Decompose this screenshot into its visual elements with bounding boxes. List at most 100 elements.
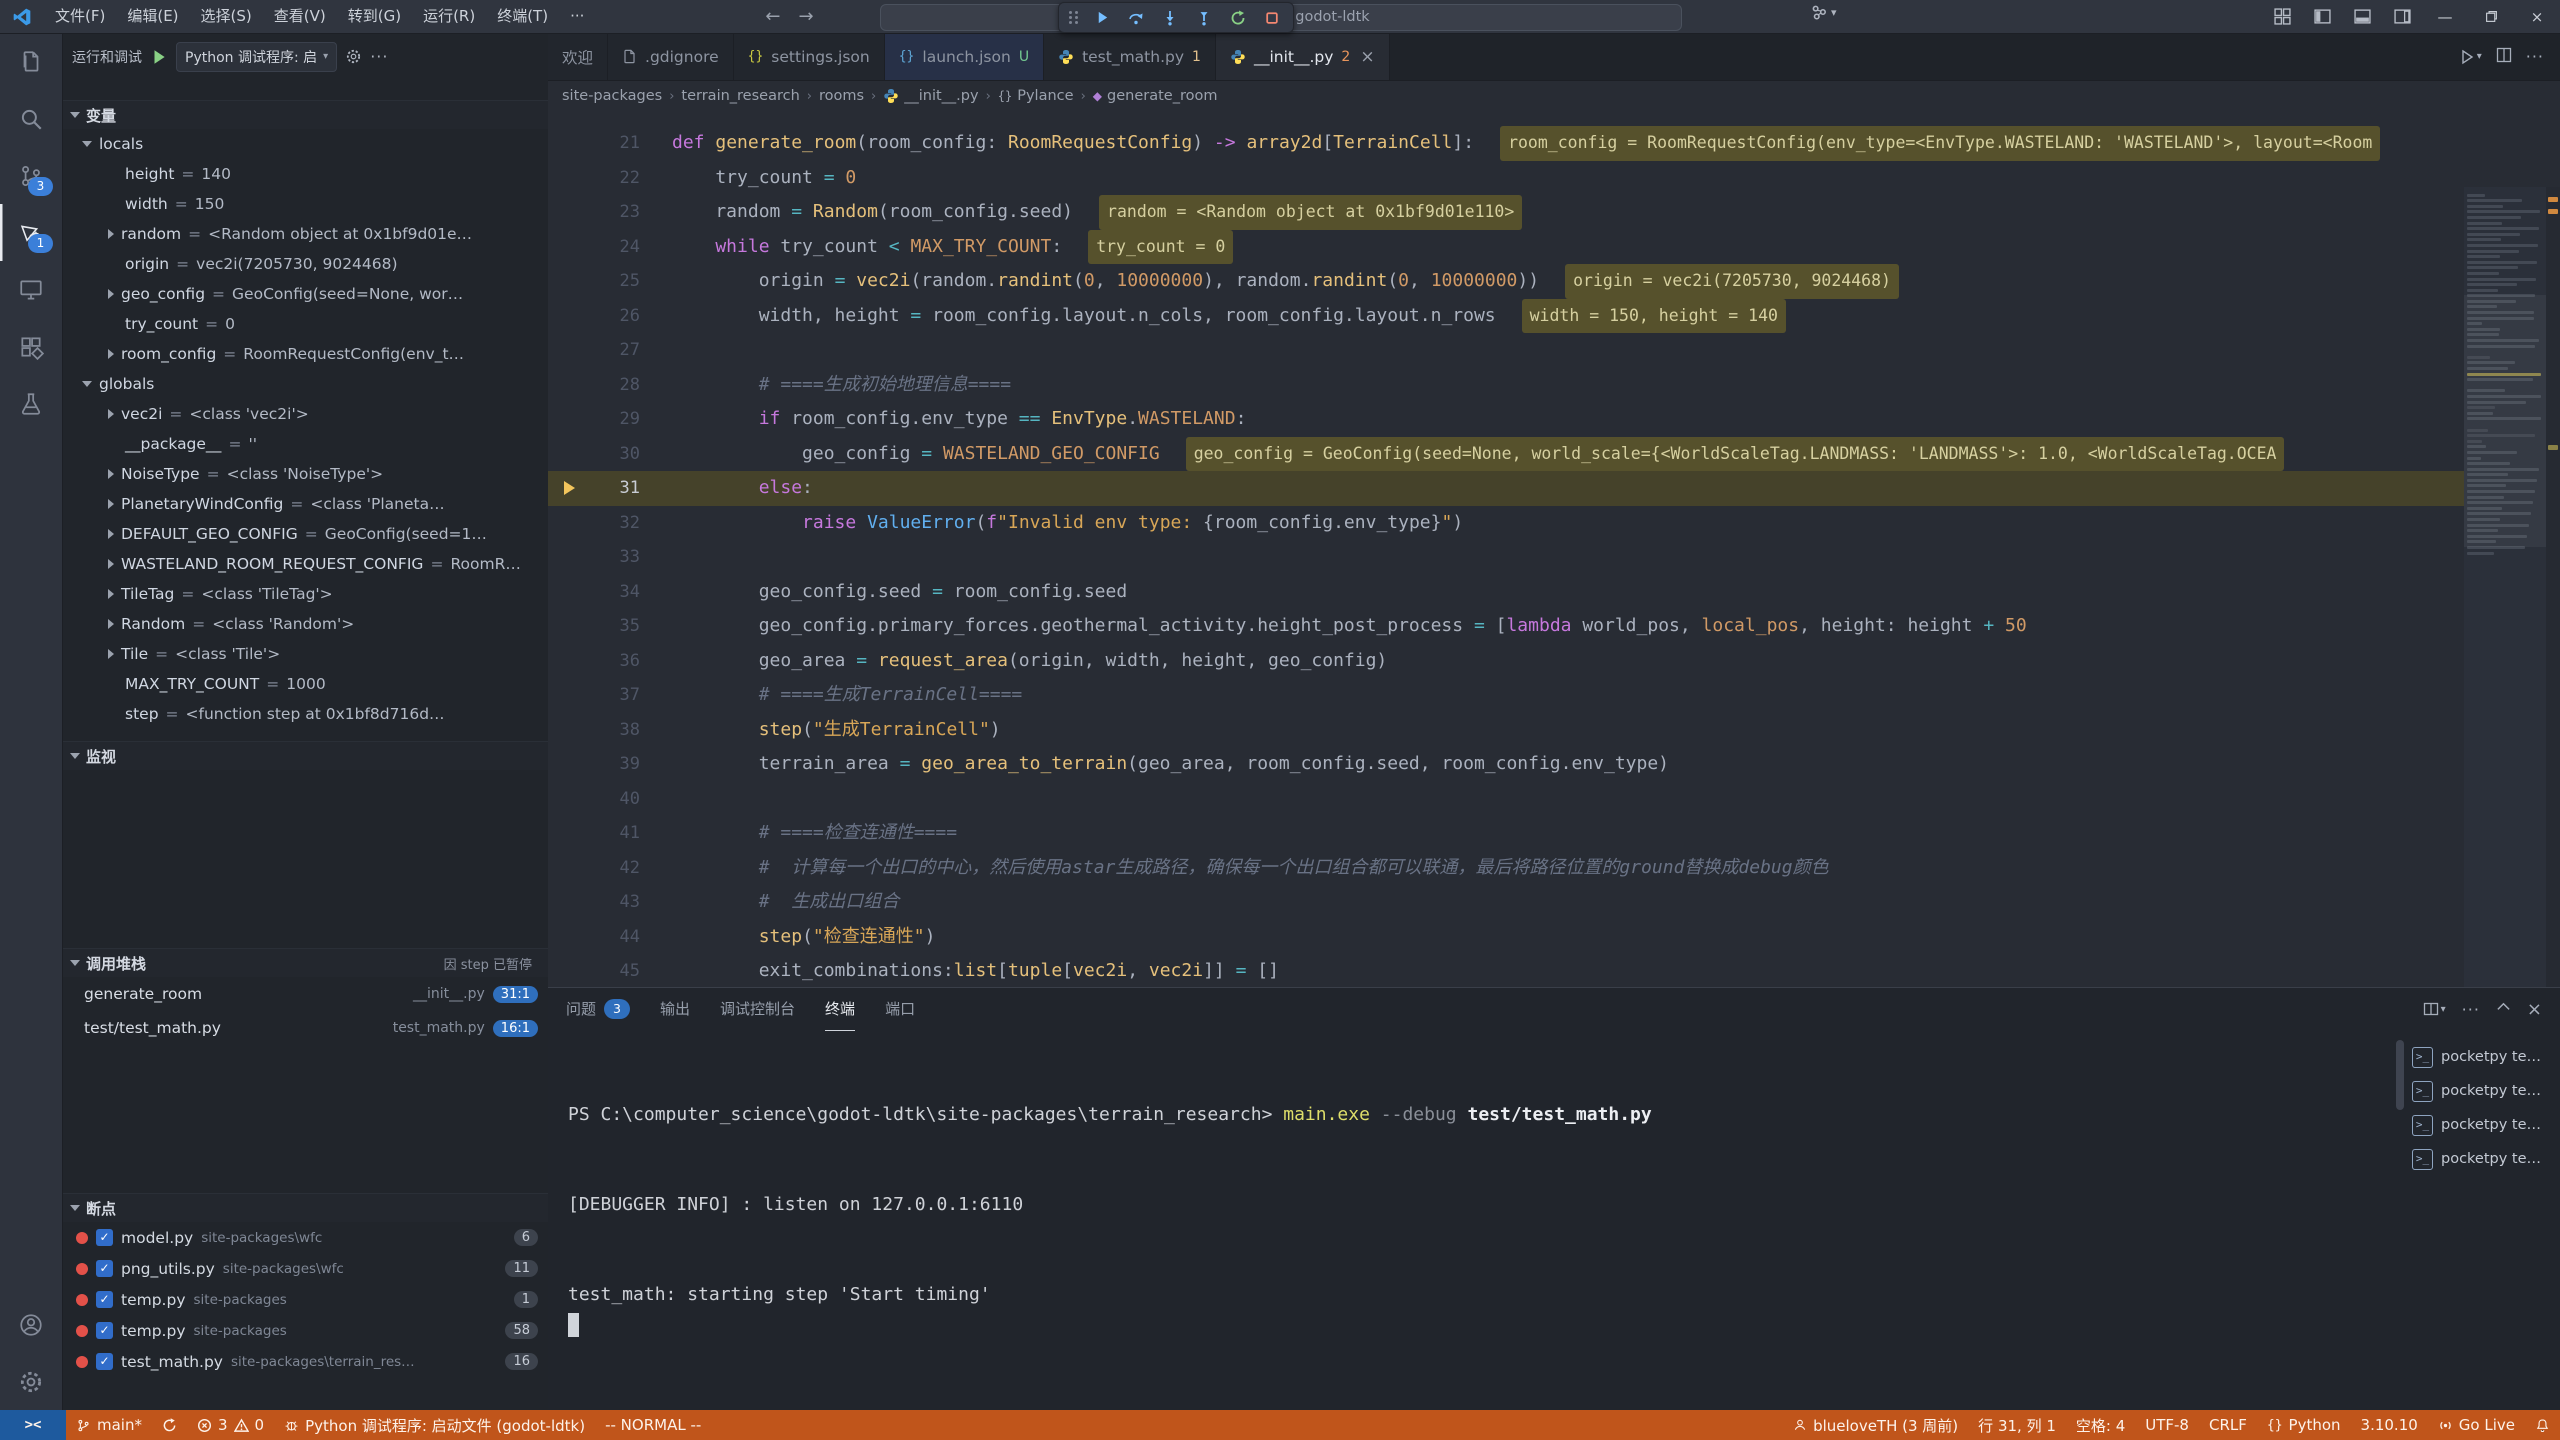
panel-maximize-icon[interactable] (2496, 1000, 2511, 1019)
breakpoint-checkbox[interactable]: ✓ (96, 1260, 113, 1277)
debug-status[interactable]: Python 调试程序: 启动文件 (godot-ldtk) (274, 1410, 595, 1440)
breakpoint-row[interactable]: ✓ test_math.py site-packages\terrain_res… (62, 1346, 548, 1377)
glyph-margin[interactable] (548, 333, 590, 368)
code-line[interactable]: 39 terrain_area = geo_area_to_terrain(ge… (548, 747, 2464, 782)
variable-row[interactable]: TileTag=<class 'TileTag'> (62, 579, 548, 609)
variable-row[interactable]: __package__='' (62, 429, 548, 459)
code-line[interactable]: 29 if room_config.env_type == EnvType.WA… (548, 402, 2464, 437)
breakpoint-checkbox[interactable]: ✓ (96, 1291, 113, 1308)
breakpoint-checkbox[interactable]: ✓ (96, 1322, 113, 1339)
menu-文件-f[interactable]: 文件(F) (44, 0, 116, 33)
tab-init-py[interactable]: __init__.py 2 × (1216, 33, 1390, 80)
breadcrumb-item[interactable]: ◆generate_room (1093, 88, 1218, 104)
callstack-frame[interactable]: test/test_math.py test_math.py 16:1 (62, 1011, 548, 1045)
breadcrumb-item[interactable]: site-packages (562, 88, 662, 104)
glyph-margin[interactable] (548, 540, 590, 575)
menu-more[interactable]: ··· (559, 0, 595, 33)
breadcrumb-item[interactable]: {}Pylance (998, 88, 1074, 104)
menu-终端-t[interactable]: 终端(T) (486, 0, 559, 33)
nav-back-icon[interactable]: ← (765, 6, 780, 27)
code-line[interactable]: 43 # 生成出口组合 (548, 885, 2464, 920)
debug-step-over-button[interactable] (1121, 5, 1151, 30)
code-line[interactable]: 35 geo_config.primary_forces.geothermal_… (548, 609, 2464, 644)
glyph-margin[interactable] (548, 471, 590, 506)
glyph-margin[interactable] (548, 299, 590, 334)
debug-restart-button[interactable] (1223, 5, 1253, 30)
breakpoint-row[interactable]: ✓ temp.py site-packages 1 (62, 1284, 548, 1315)
tab-settings-json[interactable]: {}settings.json (734, 33, 885, 80)
code-line[interactable]: 44 step("检查连通性") (548, 920, 2464, 955)
code-line[interactable]: 27 (548, 333, 2464, 368)
breakpoint-row[interactable]: ✓ temp.py site-packages 58 (62, 1315, 548, 1346)
variable-row[interactable]: NoiseType=<class 'NoiseType'> (62, 459, 548, 489)
panel-tab-输出[interactable]: 输出 (660, 988, 690, 1030)
panel-tab-问题[interactable]: 问题3 (566, 988, 630, 1030)
code-line[interactable]: 21 def generate_room(room_config: RoomRe… (548, 126, 2464, 161)
debug-step-out-button[interactable] (1189, 5, 1219, 30)
python-interpreter[interactable]: 3.10.10 (2351, 1410, 2428, 1440)
glyph-margin[interactable] (548, 264, 590, 299)
callstack-section-header[interactable]: 调用堆栈 因 step 已暂停 (62, 948, 548, 977)
nav-forward-icon[interactable]: → (798, 6, 813, 27)
restore-button[interactable] (2468, 0, 2514, 33)
notifications-bell[interactable] (2525, 1410, 2560, 1440)
code-line[interactable]: 24 while try_count < MAX_TRY_COUNT:try_c… (548, 230, 2464, 265)
run-python-file-icon[interactable]: ▾ (2459, 49, 2482, 65)
variable-row[interactable]: random=<Random object at 0x1bf9d01e… (62, 219, 548, 249)
code-line[interactable]: 40 (548, 782, 2464, 817)
panel-more-actions-icon[interactable]: ··· (2462, 1000, 2480, 1019)
testing-icon[interactable] (0, 375, 62, 432)
glyph-margin[interactable] (548, 644, 590, 679)
breadcrumb-item[interactable]: __init__.py (883, 88, 978, 104)
breakpoint-checkbox[interactable]: ✓ (96, 1229, 113, 1246)
breadcrumb-item[interactable]: terrain_research (681, 88, 799, 104)
debug-stop-button[interactable] (1257, 5, 1287, 30)
variable-row[interactable]: MAX_TRY_COUNT=1000 (62, 669, 548, 699)
split-editor-icon[interactable] (2496, 47, 2512, 67)
variable-row[interactable]: Tile=<class 'Tile'> (62, 639, 548, 669)
variable-row[interactable]: DEFAULT_GEO_CONFIG=GeoConfig(seed=1… (62, 519, 548, 549)
tab-gdignore[interactable]: .gdignore (608, 33, 734, 80)
remote-explorer-icon[interactable] (0, 261, 62, 318)
go-live-button[interactable]: Go Live (2428, 1410, 2525, 1440)
menu-查看-v[interactable]: 查看(V) (263, 0, 337, 33)
glyph-margin[interactable] (548, 713, 590, 748)
vim-mode-indicator[interactable]: -- NORMAL -- (595, 1410, 711, 1440)
debug-continue-button[interactable] (1087, 5, 1117, 30)
panel-tab-终端[interactable]: 终端 (825, 988, 855, 1031)
code-line[interactable]: 37 # ====生成TerrainCell==== (548, 678, 2464, 713)
breadcrumb-item[interactable]: rooms (819, 88, 864, 104)
encoding-indicator[interactable]: UTF-8 (2135, 1410, 2199, 1440)
code-line[interactable]: 42 # 计算每一个出口的中心，然后使用astar生成路径，确保每一个出口组合都… (548, 851, 2464, 886)
menu-选择-s[interactable]: 选择(S) (190, 0, 263, 33)
language-mode[interactable]: {} Python (2257, 1410, 2351, 1440)
git-blame-indicator[interactable]: blueloveTH (3 周前) (1783, 1410, 1968, 1440)
glyph-margin[interactable] (548, 161, 590, 196)
glyph-margin[interactable] (548, 368, 590, 403)
menu-编辑-e[interactable]: 编辑(E) (116, 0, 189, 33)
glyph-margin[interactable] (548, 506, 590, 541)
breakpoint-checkbox[interactable]: ✓ (96, 1353, 113, 1370)
toggle-panel-icon[interactable] (2342, 0, 2382, 33)
code-line[interactable]: 32 raise ValueError(f"Invalid env type: … (548, 506, 2464, 541)
panel-tab-调试控制台[interactable]: 调试控制台 (720, 988, 795, 1030)
code-line[interactable]: 45 exit_combinations:list[tuple[vec2i, v… (548, 954, 2464, 989)
glyph-margin[interactable] (548, 747, 590, 782)
callstack-frame[interactable]: generate_room __init__.py 31:1 (62, 977, 548, 1011)
cursor-position[interactable]: 行 31, 列 1 (1968, 1410, 2066, 1440)
scope-row-globals[interactable]: globals (62, 369, 548, 399)
glyph-margin[interactable] (548, 954, 590, 989)
variable-row[interactable]: room_config=RoomRequestConfig(env_t… (62, 339, 548, 369)
branch-indicator[interactable]: main* (66, 1410, 152, 1440)
glyph-margin[interactable] (548, 609, 590, 644)
start-debug-icon[interactable] (150, 48, 168, 66)
close-icon[interactable]: × (1360, 47, 1374, 67)
panel-layout-icon[interactable]: ▾ (2423, 1001, 2446, 1017)
terminal-list-item[interactable]: >_ pocketpy te… (2406, 1142, 2554, 1176)
code-line[interactable]: 26 width, height = room_config.layout.n_… (548, 299, 2464, 334)
glyph-margin[interactable] (548, 885, 590, 920)
code-line[interactable]: 34 geo_config.seed = room_config.seed (548, 575, 2464, 610)
titlebar-tools-menu[interactable]: ▾ (1810, 3, 1837, 21)
glyph-margin[interactable] (548, 126, 590, 161)
glyph-margin[interactable] (548, 575, 590, 610)
